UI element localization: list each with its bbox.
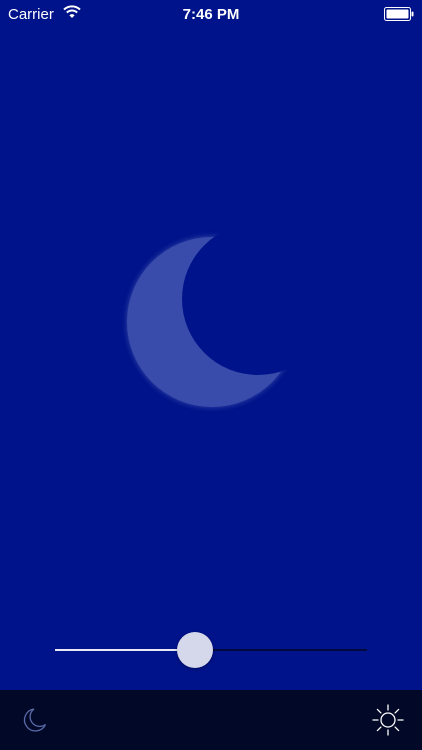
moon-outline-icon[interactable] [16, 702, 52, 738]
battery-icon [384, 7, 414, 21]
slider-thumb[interactable] [177, 632, 213, 668]
moon-icon [127, 237, 297, 407]
bottom-toolbar [0, 690, 422, 750]
night-light-screen: Carrier 7:46 PM [0, 0, 422, 750]
slider-fill [55, 649, 195, 651]
brightness-slider[interactable] [55, 630, 367, 670]
status-bar: Carrier 7:46 PM [0, 0, 422, 30]
sun-outline-icon[interactable] [370, 702, 406, 738]
status-time: 7:46 PM [182, 6, 240, 23]
